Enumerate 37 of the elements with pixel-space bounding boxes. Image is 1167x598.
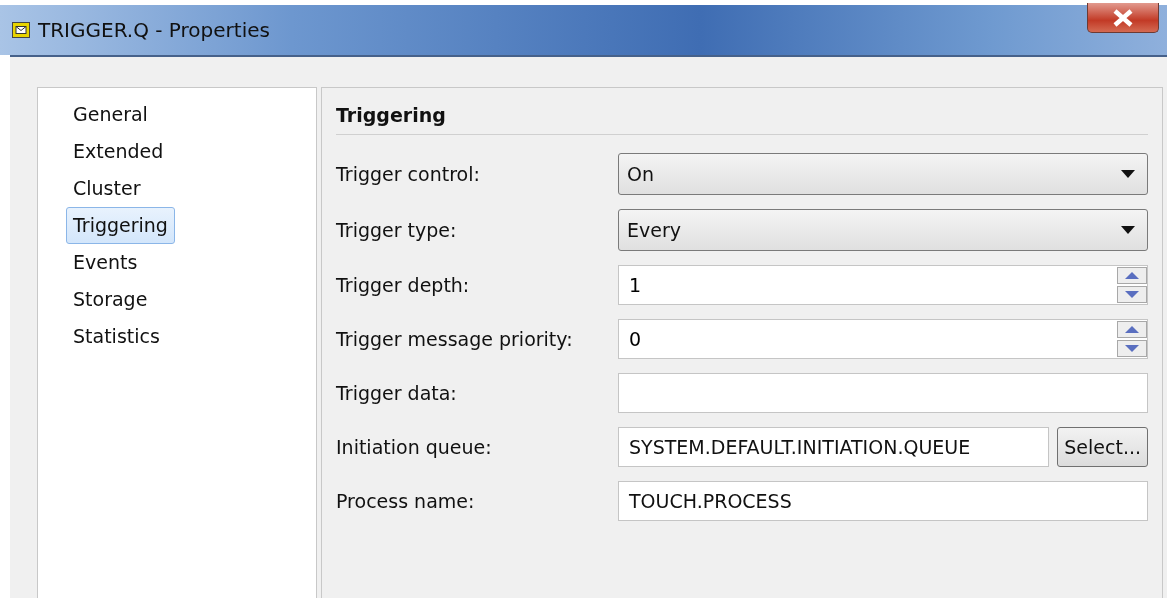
window-title: TRIGGER.Q - Properties: [38, 18, 270, 42]
caret-icon: [1121, 170, 1135, 178]
envelope-icon: [12, 22, 30, 38]
up-arrow-icon: [1125, 326, 1139, 333]
field-label: Trigger control:: [336, 163, 481, 185]
nav-item[interactable]: Extended: [66, 133, 171, 170]
field-label: Trigger depth:: [336, 274, 471, 296]
nav-item[interactable]: Storage: [66, 281, 155, 318]
dropdown[interactable]: Every: [618, 209, 1148, 251]
nav-item[interactable]: Triggering: [66, 207, 175, 244]
caret-icon: [1121, 226, 1135, 234]
section-title: Triggering: [336, 88, 1148, 135]
input-field[interactable]: [618, 373, 1148, 413]
spin-up-button[interactable]: [1117, 321, 1147, 338]
select-button[interactable]: Select...: [1057, 427, 1148, 467]
input-field[interactable]: TOUCH.PROCESS: [618, 481, 1148, 521]
field-label: Initiation queue:: [336, 436, 493, 458]
close-button[interactable]: [1087, 3, 1159, 33]
input-field[interactable]: SYSTEM.DEFAULT.INITIATION.QUEUE: [618, 427, 1050, 467]
spin-down-button[interactable]: [1117, 286, 1147, 303]
field-label: Trigger message priority:: [336, 328, 574, 350]
down-arrow-icon: [1125, 345, 1139, 352]
up-arrow-icon: [1125, 272, 1139, 279]
field-label: Trigger data:: [336, 382, 458, 404]
nav-item[interactable]: General: [66, 96, 155, 133]
spin-up-button[interactable]: [1117, 267, 1147, 284]
nav-item[interactable]: Events: [66, 244, 145, 281]
nav-item[interactable]: Cluster: [66, 170, 148, 207]
spinner-field[interactable]: 1: [618, 265, 1148, 305]
close-icon: [1112, 8, 1134, 27]
spin-down-button[interactable]: [1117, 340, 1147, 357]
dropdown[interactable]: On: [618, 153, 1148, 195]
spinner-field[interactable]: 0: [618, 319, 1148, 359]
field-label: Process name:: [336, 490, 476, 512]
field-label: Trigger type:: [336, 219, 458, 241]
down-arrow-icon: [1125, 291, 1139, 298]
nav-item[interactable]: Statistics: [66, 318, 167, 355]
